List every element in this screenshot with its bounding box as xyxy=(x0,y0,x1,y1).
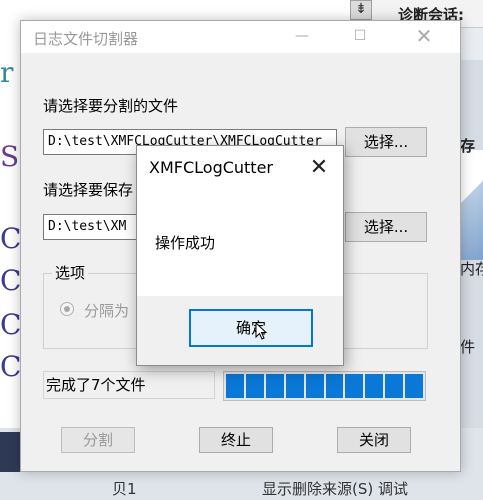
mouse-cursor-icon xyxy=(255,322,267,340)
source-browse-button[interactable]: 选择... xyxy=(345,127,427,157)
stop-button[interactable]: 终止 xyxy=(199,427,273,453)
close-button[interactable]: 关闭 xyxy=(337,427,411,453)
dest-file-label: 请选择要保存 xyxy=(43,181,134,199)
background-bottom-text: 贝1 xyxy=(112,480,137,498)
window-titlebar[interactable]: 日志文件切割器 — ☐ ✕ xyxy=(21,21,460,53)
ok-button[interactable]: 确定 xyxy=(189,309,313,347)
split-mode-radio[interactable] xyxy=(60,302,74,316)
progress-segment xyxy=(226,374,244,398)
split-mode-radio-label: 分隔为 xyxy=(84,302,130,320)
split-button[interactable]: 分割 xyxy=(61,427,135,453)
options-legend: 选项 xyxy=(52,262,89,283)
progress-segment xyxy=(305,374,324,398)
background-glyph: C xyxy=(0,222,22,255)
progress-segment xyxy=(265,374,284,398)
background-bottom-text-2: 显示删除来源(S) 调试 xyxy=(262,480,408,498)
progress-segment xyxy=(325,374,344,398)
progress-bar xyxy=(223,371,426,401)
status-text: 完成了7个文件 xyxy=(43,371,215,399)
minimize-icon[interactable]: — xyxy=(279,21,325,53)
dest-browse-button[interactable]: 选择... xyxy=(345,212,427,242)
progress-segment xyxy=(385,374,404,398)
progress-segment xyxy=(405,374,424,398)
progress-segment xyxy=(345,374,364,398)
message-text: 操作成功 xyxy=(155,234,216,252)
window-title: 日志文件切割器 xyxy=(33,30,139,48)
background-glyph: C xyxy=(0,350,22,383)
scroll-arrow-icon[interactable]: ⇟ xyxy=(350,0,372,20)
background-glyph: C xyxy=(0,264,22,297)
background-bottom-dark-block xyxy=(0,432,22,472)
close-icon[interactable]: ✕ xyxy=(301,154,337,184)
message-box-title: XMFCLogCutter xyxy=(149,158,273,177)
background-text-file: 件 xyxy=(460,338,476,356)
background-glyph: C xyxy=(0,308,22,341)
background-chart-fragment xyxy=(460,150,483,260)
progress-segment xyxy=(365,374,384,398)
maximize-icon[interactable]: ☐ xyxy=(337,21,383,53)
progress-segment xyxy=(245,374,264,398)
background-glyph: S xyxy=(0,140,20,173)
message-box-body: 操作成功 xyxy=(137,192,343,296)
background-glyph: r xyxy=(0,56,14,89)
background-text-memory-2: 内存 xyxy=(460,260,483,278)
message-box-titlebar[interactable]: XMFCLogCutter ✕ xyxy=(137,146,343,192)
close-icon[interactable]: ✕ xyxy=(401,21,447,53)
progress-segment xyxy=(285,374,304,398)
message-box: XMFCLogCutter ✕ 操作成功 确定 xyxy=(136,145,344,366)
background-text-memory: 存 xyxy=(460,137,476,155)
source-file-label: 请选择要分割的文件 xyxy=(43,97,179,115)
